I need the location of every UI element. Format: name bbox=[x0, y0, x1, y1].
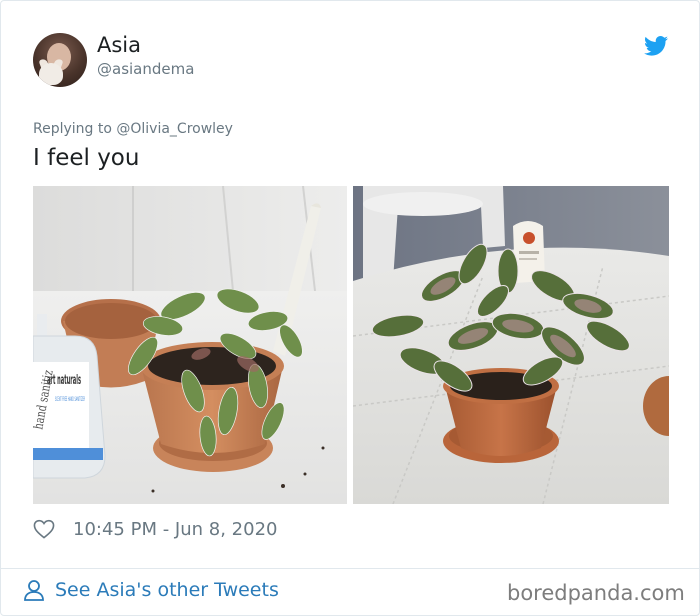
tweet-text: I feel you bbox=[33, 145, 140, 171]
author-handle[interactable]: @asiandema bbox=[97, 60, 194, 78]
author-name[interactable]: Asia bbox=[97, 33, 141, 57]
person-icon bbox=[24, 580, 44, 601]
twitter-bird-icon[interactable] bbox=[644, 36, 668, 56]
timestamp[interactable]: 10:45 PM - Jun 8, 2020 bbox=[73, 519, 277, 540]
tweet-card: Asia @asiandema Replying to @Olivia_Crow… bbox=[0, 0, 700, 616]
tweet-meta: 10:45 PM - Jun 8, 2020 bbox=[33, 517, 277, 541]
bottle-label: SCENT FREE HAND SANITIZER bbox=[55, 396, 85, 403]
divider bbox=[1, 568, 699, 569]
heart-icon[interactable] bbox=[33, 519, 55, 539]
see-other-tweets-label[interactable]: See Asia's other Tweets bbox=[55, 579, 279, 601]
photo-healthy-plant[interactable] bbox=[353, 186, 669, 504]
avatar[interactable] bbox=[33, 33, 87, 87]
see-other-tweets-link[interactable]: See Asia's other Tweets bbox=[23, 579, 279, 601]
photo-wilted-plant[interactable]: art naturals SCENT FREE HAND SANITIZER h… bbox=[33, 186, 347, 504]
source-watermark: boredpanda.com bbox=[507, 581, 685, 605]
replying-to[interactable]: Replying to @Olivia_Crowley bbox=[33, 121, 233, 137]
